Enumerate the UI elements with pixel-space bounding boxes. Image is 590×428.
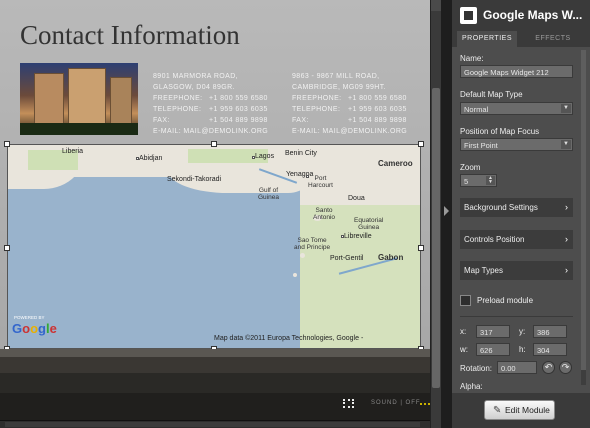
zoom-stepper[interactable]: 5 ▲ ▼ xyxy=(460,174,497,187)
w-input[interactable]: 626 xyxy=(476,343,510,356)
preload-label: Preload module xyxy=(477,296,534,305)
h-input[interactable]: 304 xyxy=(533,343,567,356)
map-label: Santo Antonio xyxy=(313,207,336,221)
resize-handle[interactable] xyxy=(418,141,424,147)
scroll-thumb[interactable] xyxy=(432,88,440,388)
chevron-right-icon: › xyxy=(565,202,568,212)
map-label: Port Harcourt xyxy=(308,175,333,189)
google-map[interactable]: Liberia Abidjan Sekondi-Takoradi Lagos B… xyxy=(8,145,420,348)
footer-strip xyxy=(0,349,430,357)
map-label: Libreville xyxy=(344,233,372,240)
preload-checkbox[interactable] xyxy=(460,295,471,306)
map-label: Port-Gentil xyxy=(330,255,364,262)
rotate-left-icon[interactable]: ↶ xyxy=(542,361,555,374)
panel-collapse-divider[interactable] xyxy=(441,0,452,428)
map-label: Gabon xyxy=(378,253,404,262)
name-label: Name: xyxy=(460,54,484,63)
h-label: h: xyxy=(519,345,526,354)
sound-bars-icon xyxy=(420,401,430,405)
map-type-label: Default Map Type xyxy=(460,90,523,99)
hotel-photo xyxy=(20,63,138,135)
map-attribution: Map data ©2011 Europa Technologies, Goog… xyxy=(214,335,364,342)
tab-effects[interactable]: EFFECTS xyxy=(522,31,584,47)
map-types-button[interactable]: Map Types › xyxy=(460,261,573,280)
resize-handle[interactable] xyxy=(4,141,10,147)
resize-handle[interactable] xyxy=(4,245,10,251)
resize-handle[interactable] xyxy=(418,245,424,251)
page-title: Contact Information xyxy=(20,20,240,50)
design-canvas[interactable]: Contact Information 8901 MARMORA ROAD, G… xyxy=(0,0,430,428)
edit-module-button[interactable]: ✎ Edit Module xyxy=(484,400,555,420)
map-label: Liberia xyxy=(62,148,84,155)
x-label: x: xyxy=(460,327,467,336)
alpha-label: Alpha: xyxy=(460,382,483,391)
horizontal-scrollbar[interactable] xyxy=(0,420,430,428)
rotation-label: Rotation: xyxy=(460,364,493,373)
stepper-arrows-icon[interactable]: ▲ ▼ xyxy=(486,176,495,185)
w-label: w: xyxy=(460,345,468,354)
panel-tabs: PROPERTIES EFFECTS xyxy=(452,31,590,47)
y-input[interactable]: 386 xyxy=(533,325,567,338)
map-label: Sekondi-Takoradi xyxy=(167,176,222,183)
pencil-icon: ✎ xyxy=(493,405,502,416)
sound-toggle[interactable]: SOUND | OFF xyxy=(371,400,421,406)
fullscreen-icon[interactable] xyxy=(343,399,354,408)
map-type-select[interactable]: Normal ▼ xyxy=(460,102,573,115)
background-settings-button[interactable]: Background Settings › xyxy=(460,198,573,217)
map-label: Doua xyxy=(348,195,365,202)
vertical-scrollbar[interactable] xyxy=(430,0,442,428)
rotation-input[interactable]: 0.00 xyxy=(497,361,537,374)
x-input[interactable]: 317 xyxy=(476,325,510,338)
chevron-down-icon: ▼ xyxy=(561,140,571,149)
powered-by-label: POWERED BY xyxy=(14,315,45,320)
divider xyxy=(460,316,573,317)
footer-strip xyxy=(0,357,430,373)
address-block-2: 9863 - 9867 MILL ROAD, CAMBRIDGE, MG09 9… xyxy=(292,73,408,135)
name-input[interactable]: Google Maps Widget 212 xyxy=(460,65,573,78)
focus-label: Position of Map Focus xyxy=(460,127,540,136)
address-block-1: 8901 MARMORA ROAD, GLASGOW, D04 89GR. FR… xyxy=(153,73,269,135)
panel-footer: ✎ Edit Module xyxy=(452,393,590,428)
rotate-right-icon[interactable]: ↷ xyxy=(559,361,572,374)
google-logo[interactable]: Google xyxy=(12,321,57,336)
controls-position-button[interactable]: Controls Position › xyxy=(460,230,573,249)
map-label: Benin City xyxy=(285,150,317,157)
widget-icon xyxy=(460,7,477,24)
chevron-right-icon: › xyxy=(565,265,568,275)
map-label: Sao Tome and Principe xyxy=(294,237,331,251)
chevron-right-icon: › xyxy=(565,234,568,244)
map-label: Abidjan xyxy=(139,155,163,162)
resize-handle[interactable] xyxy=(211,141,217,147)
properties-panel: Google Maps W... PROPERTIES EFFECTS Name… xyxy=(452,0,590,428)
chevron-right-icon xyxy=(444,206,449,216)
panel-header: Google Maps W... xyxy=(452,0,590,31)
chevron-down-icon: ▼ xyxy=(561,104,571,113)
focus-select[interactable]: First Point ▼ xyxy=(460,138,573,151)
zoom-label: Zoom xyxy=(460,163,481,172)
map-label: Equatorial Guinea xyxy=(354,217,384,231)
tab-properties[interactable]: PROPERTIES xyxy=(457,31,517,47)
footer-strip xyxy=(0,373,430,393)
widget-title: Google Maps W... xyxy=(483,8,583,22)
y-label: y: xyxy=(519,327,526,336)
panel-scrollbar[interactable] xyxy=(581,50,586,385)
map-label: Cameroo xyxy=(378,159,413,168)
map-label: Gulf of Guinea xyxy=(258,187,279,201)
map-label: Lagos xyxy=(255,153,275,160)
